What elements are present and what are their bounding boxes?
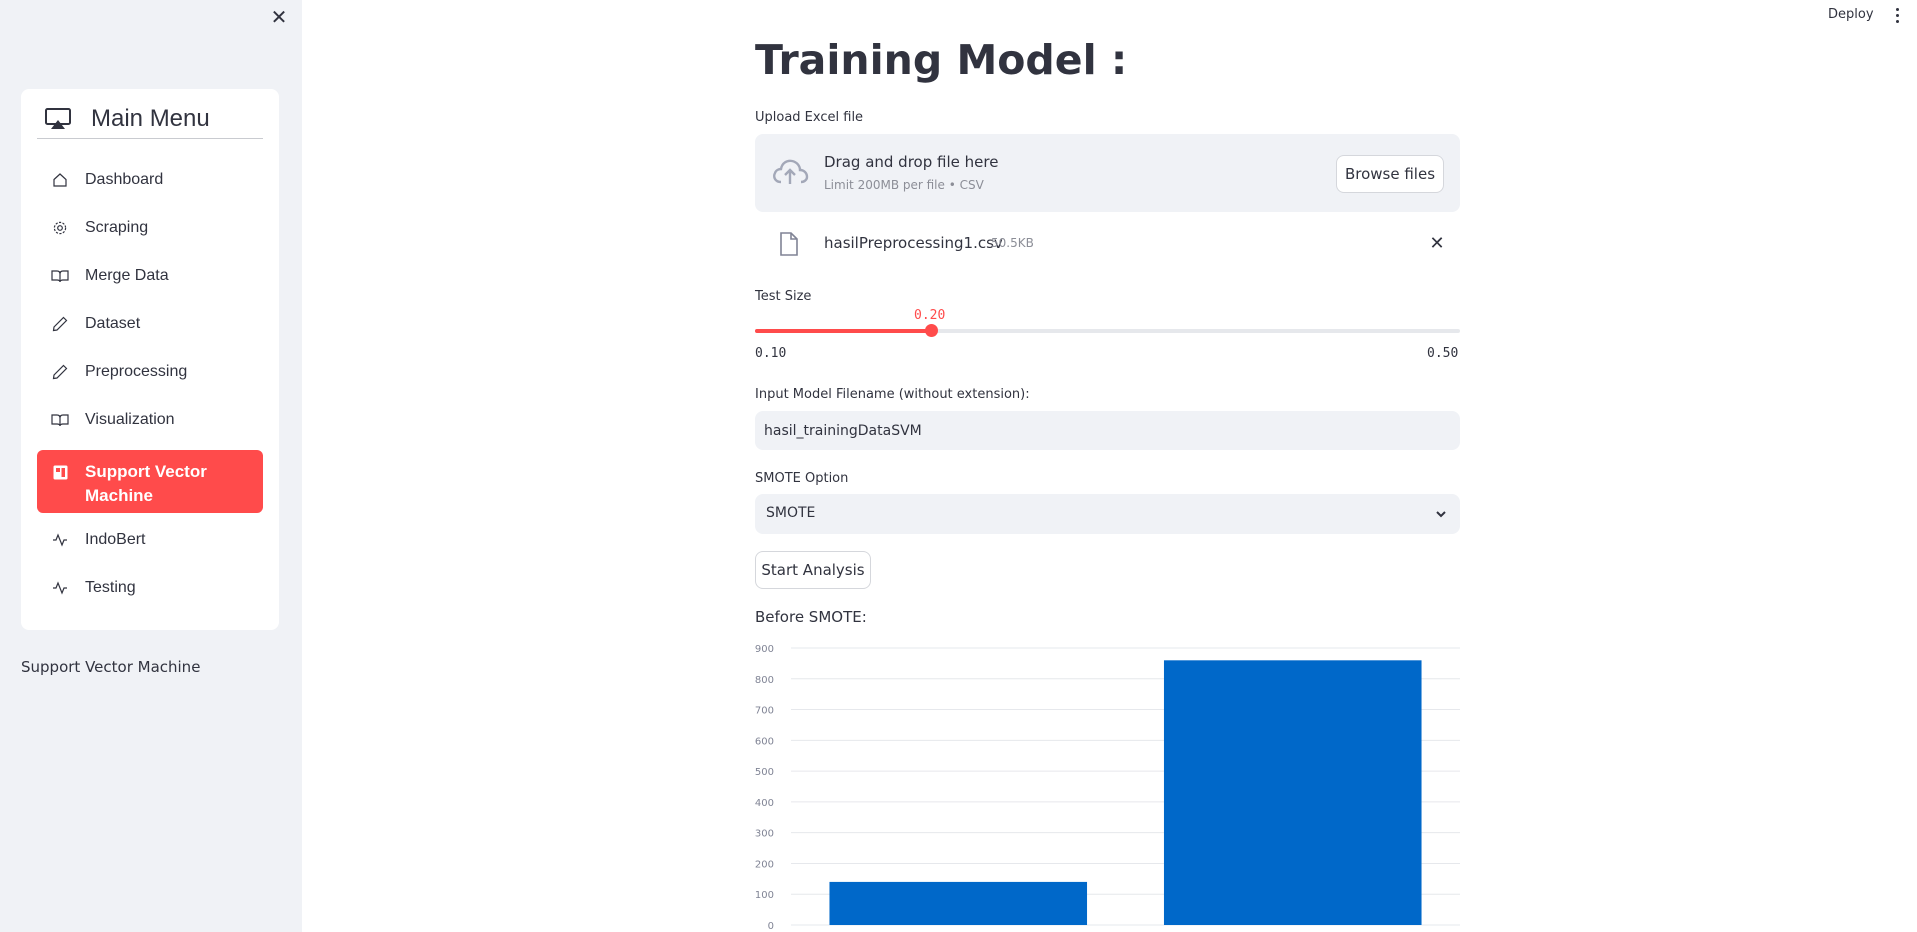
model-filename-input[interactable]	[755, 411, 1460, 450]
dropzone-limit: Limit 200MB per file • CSV	[824, 178, 984, 192]
upload-label: Upload Excel file	[755, 110, 864, 125]
uploaded-file-name: hasilPreprocessing1.csv	[824, 234, 1003, 252]
sidebar-item-label: Preprocessing	[85, 363, 188, 380]
smote-selected-value: SMOTE	[766, 505, 816, 521]
sidebar-item-label: IndoBert	[85, 531, 146, 548]
close-sidebar-icon[interactable]: ✕	[268, 6, 290, 28]
y-tick-label: 300	[755, 829, 774, 840]
slider-max: 0.50	[1427, 346, 1459, 361]
sidebar-item-label: Dataset	[85, 315, 141, 332]
bar[interactable]	[1163, 660, 1422, 925]
book-icon	[51, 267, 69, 285]
chevron-down-icon	[1433, 506, 1449, 522]
start-analysis-button[interactable]: Start Analysis	[755, 551, 871, 589]
sidebar-item-dataset[interactable]: Dataset	[37, 304, 263, 344]
main-menu-kebab-icon[interactable]	[1892, 4, 1902, 26]
slider-value: 0.20	[914, 308, 946, 323]
menu-title: Main Menu	[91, 104, 210, 132]
sidebar-caption: Support Vector Machine	[21, 658, 201, 676]
uploaded-file-size: 50.5KB	[991, 236, 1034, 250]
y-tick-label: 0	[768, 921, 774, 932]
pencil-icon	[51, 315, 69, 333]
sidebar-item-label: Merge Data	[85, 267, 169, 284]
activity-icon	[51, 531, 69, 549]
remove-file-icon[interactable]: ✕	[1425, 232, 1449, 256]
sidebar-item-label: Scraping	[85, 219, 149, 236]
activity-icon	[51, 579, 69, 597]
y-tick-label: 900	[755, 644, 774, 655]
y-tick-label: 500	[755, 767, 774, 778]
y-tick-label: 100	[755, 890, 774, 901]
browse-files-button[interactable]: Browse files	[1336, 155, 1444, 193]
deploy-button[interactable]: Deploy	[1828, 7, 1874, 22]
test-size-label: Test Size	[755, 289, 812, 304]
slider-fill	[755, 329, 932, 333]
dropzone-instruction: Drag and drop file here	[824, 153, 999, 171]
sidebar-item-support-vector-machine[interactable]: Support Vector Machine	[37, 450, 263, 513]
y-tick-label: 200	[755, 859, 774, 870]
sidebar-item-label: Dashboard	[85, 171, 164, 188]
main-menu: Main Menu Dashboard Scraping Merge Data …	[21, 89, 279, 630]
sidebar-item-label: Testing	[85, 579, 136, 596]
model-filename-label: Input Model Filename (without extension)…	[755, 387, 1030, 402]
sidebar-item-testing[interactable]: Testing	[37, 568, 263, 608]
gear-icon	[51, 219, 69, 237]
smote-option-select[interactable]: SMOTE	[755, 494, 1460, 534]
file-icon	[779, 232, 799, 256]
cloud-upload-icon	[771, 156, 809, 188]
sidebar-item-label: Support Vector Machine	[85, 462, 207, 505]
uploaded-file-row: hasilPreprocessing1.csv 50.5KB ✕	[755, 222, 1460, 266]
book-icon	[51, 411, 69, 429]
sidebar-item-merge-data[interactable]: Merge Data	[37, 256, 263, 296]
sidebar-item-indobert[interactable]: IndoBert	[37, 520, 263, 560]
sidebar-item-preprocessing[interactable]: Preprocessing	[37, 352, 263, 392]
sidebar-item-dashboard[interactable]: Dashboard	[37, 160, 263, 200]
sidebar-item-visualization[interactable]: Visualization	[37, 400, 263, 440]
chart-heading: Before SMOTE:	[755, 608, 867, 626]
menu-header: Main Menu	[37, 99, 263, 139]
before-smote-bar-chart: 0 100 200 300 400 500 600 700 800 900	[755, 644, 1460, 932]
y-tick-label: 600	[755, 736, 774, 747]
smote-option-label: SMOTE Option	[755, 471, 849, 486]
house-icon	[51, 171, 69, 189]
page-title: Training Model :	[755, 36, 1128, 84]
y-tick-label: 700	[755, 706, 774, 717]
slider-thumb[interactable]	[925, 324, 939, 337]
sidebar: ✕ Main Menu Dashboard Scraping Merge Dat…	[0, 0, 302, 932]
y-tick-label: 400	[755, 798, 774, 809]
sidebar-item-scraping[interactable]: Scraping	[37, 208, 263, 248]
y-tick-label: 800	[755, 675, 774, 686]
slider-min: 0.10	[755, 346, 787, 361]
bar[interactable]	[829, 881, 1088, 925]
test-size-slider[interactable]	[755, 324, 1460, 337]
calendar-icon	[51, 463, 69, 481]
sidebar-item-label: Visualization	[85, 411, 175, 428]
pencil-icon	[51, 363, 69, 381]
airplay-icon	[45, 107, 71, 131]
file-dropzone[interactable]: Drag and drop file here Limit 200MB per …	[755, 134, 1460, 212]
